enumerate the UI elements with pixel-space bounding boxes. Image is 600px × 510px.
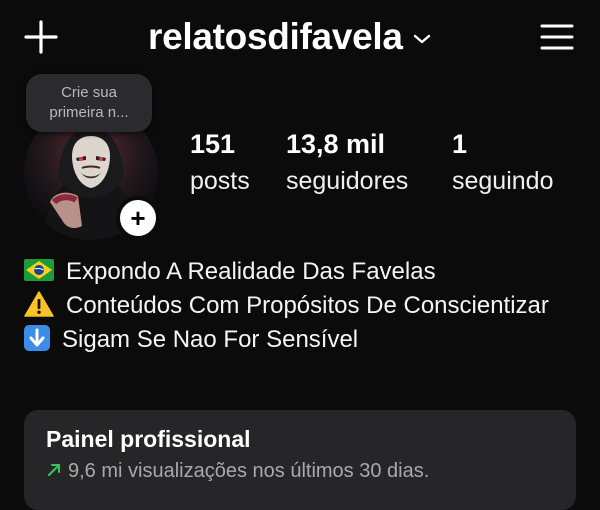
username-title: relatosdifavela xyxy=(148,16,403,57)
followers-label: seguidores xyxy=(286,167,409,195)
add-story-button[interactable]: + xyxy=(116,196,160,240)
dashboard-title: Painel profissional xyxy=(46,426,251,452)
warning-icon xyxy=(24,291,54,317)
bio: Expondo A Realidade Das Favelas Conteúdo… xyxy=(24,255,584,357)
bio-text-1: Expondo A Realidade Das Favelas xyxy=(66,258,436,285)
professional-dashboard-card[interactable]: Painel profissional 9,6 mi visualizações… xyxy=(24,410,576,510)
hamburger-menu-icon[interactable] xyxy=(540,22,574,52)
brazil-flag-icon xyxy=(24,259,54,281)
followers-count: 13,8 mil xyxy=(286,129,386,159)
stat-following[interactable]: 1 seguindo xyxy=(452,128,553,198)
bio-text-3: Sigam Se Nao For Sensível xyxy=(62,326,359,353)
chevron-down-icon xyxy=(413,34,430,44)
note-text-line1: Crie sua xyxy=(61,84,117,101)
down-arrow-icon xyxy=(24,325,50,351)
following-count: 1 xyxy=(452,129,468,159)
dashboard-subtitle: 9,6 mi visualizações nos últimos 30 dias… xyxy=(46,460,429,483)
bio-line-3: Sigam Se Nao For Sensível xyxy=(24,323,584,357)
stat-followers[interactable]: 13,8 mil seguidores xyxy=(286,128,408,198)
plus-icon: + xyxy=(130,203,146,233)
dashboard-views-text: 9,6 mi visualizações nos últimos 30 dias… xyxy=(68,460,430,482)
note-bubble[interactable]: Crie sua primeira n... xyxy=(26,74,152,132)
stat-posts[interactable]: 151 posts xyxy=(190,128,250,198)
following-label: seguindo xyxy=(452,167,554,195)
bio-text-2: Conteúdos Com Propósitos De Conscientiza… xyxy=(66,292,549,319)
trend-up-icon xyxy=(48,464,60,476)
bio-line-1: Expondo A Realidade Das Favelas xyxy=(24,255,584,289)
top-bar: relatosdifavela xyxy=(0,0,600,76)
posts-label: posts xyxy=(190,167,250,195)
bio-line-2: Conteúdos Com Propósitos De Conscientiza… xyxy=(24,289,584,323)
posts-count: 151 xyxy=(190,129,236,159)
note-text-line2: primeira n... xyxy=(49,104,129,121)
account-switcher[interactable]: relatosdifavela xyxy=(148,12,431,62)
plus-icon[interactable] xyxy=(24,20,58,54)
